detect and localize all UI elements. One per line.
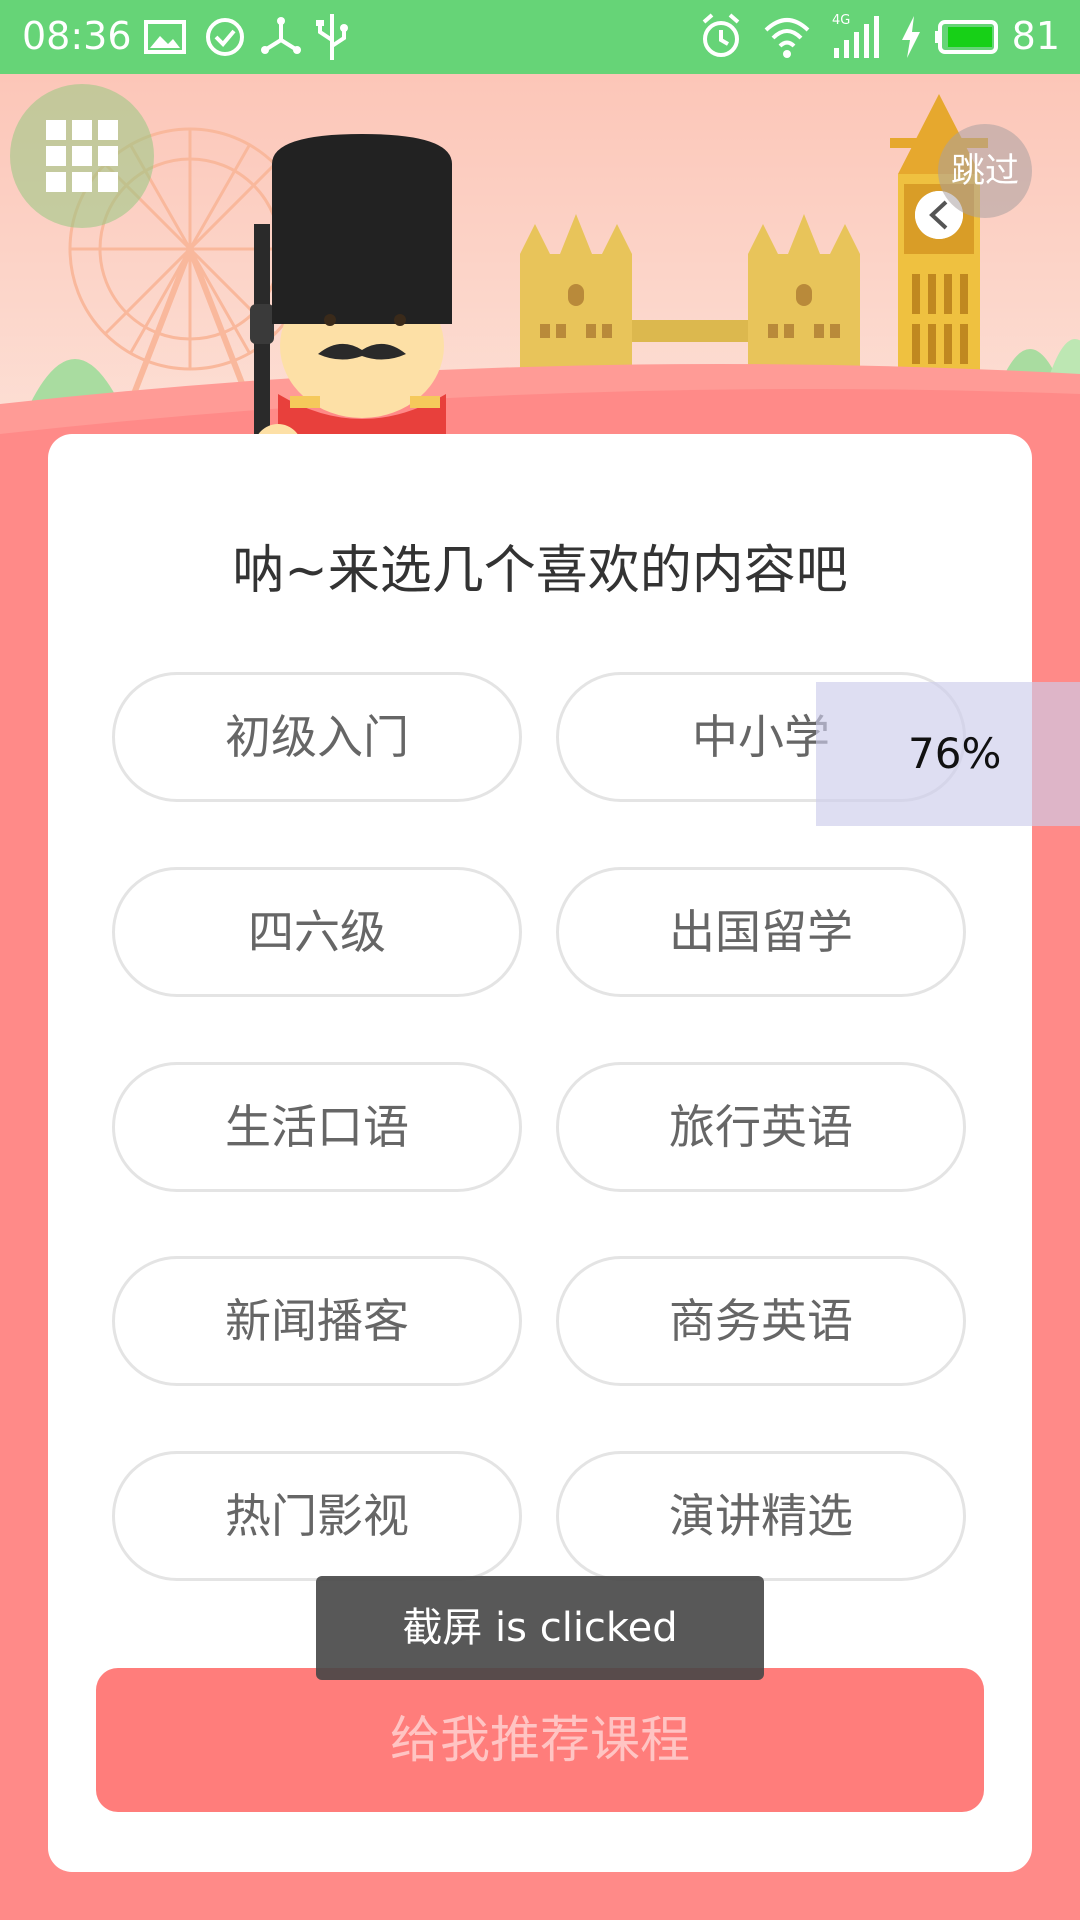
toast-message: 截屏 is clicked	[316, 1576, 764, 1680]
option-cet[interactable]: 四六级	[112, 867, 522, 997]
skip-button[interactable]: 跳过	[938, 124, 1032, 218]
status-time: 08:36	[22, 14, 132, 58]
network-type-label: 4G	[832, 13, 850, 28]
charging-icon	[902, 16, 920, 58]
option-movies[interactable]: 热门影视	[112, 1451, 522, 1581]
screen: 08:36 4G 81 跳过 呐~来选几个喜欢的内容吧 初级入门 中小学 四六级…	[0, 0, 1080, 1920]
battery-icon	[935, 20, 998, 54]
check-circle-icon	[206, 18, 244, 56]
option-business-english[interactable]: 商务英语	[556, 1256, 966, 1386]
option-news-podcast[interactable]: 新闻播客	[112, 1256, 522, 1386]
menu-button[interactable]	[10, 84, 154, 228]
share-icon	[261, 17, 301, 54]
option-study-abroad[interactable]: 出国留学	[556, 867, 966, 997]
option-daily-speaking[interactable]: 生活口语	[112, 1062, 522, 1192]
progress-overlay: 76%	[816, 682, 1080, 826]
alarm-icon	[702, 13, 740, 57]
grid-icon	[46, 120, 118, 192]
battery-level: 81	[1011, 14, 1060, 58]
usb-icon	[316, 14, 348, 60]
status-bar: 08:36 4G 81	[0, 0, 1080, 74]
recommend-courses-button[interactable]: 给我推荐课程	[96, 1668, 984, 1812]
wifi-icon	[764, 18, 810, 58]
option-travel-english[interactable]: 旅行英语	[556, 1062, 966, 1192]
option-beginner[interactable]: 初级入门	[112, 672, 522, 802]
option-speeches[interactable]: 演讲精选	[556, 1451, 966, 1581]
image-icon	[144, 20, 186, 54]
signal-icon: 4G	[832, 13, 879, 58]
page-title: 呐~来选几个喜欢的内容吧	[232, 541, 848, 601]
